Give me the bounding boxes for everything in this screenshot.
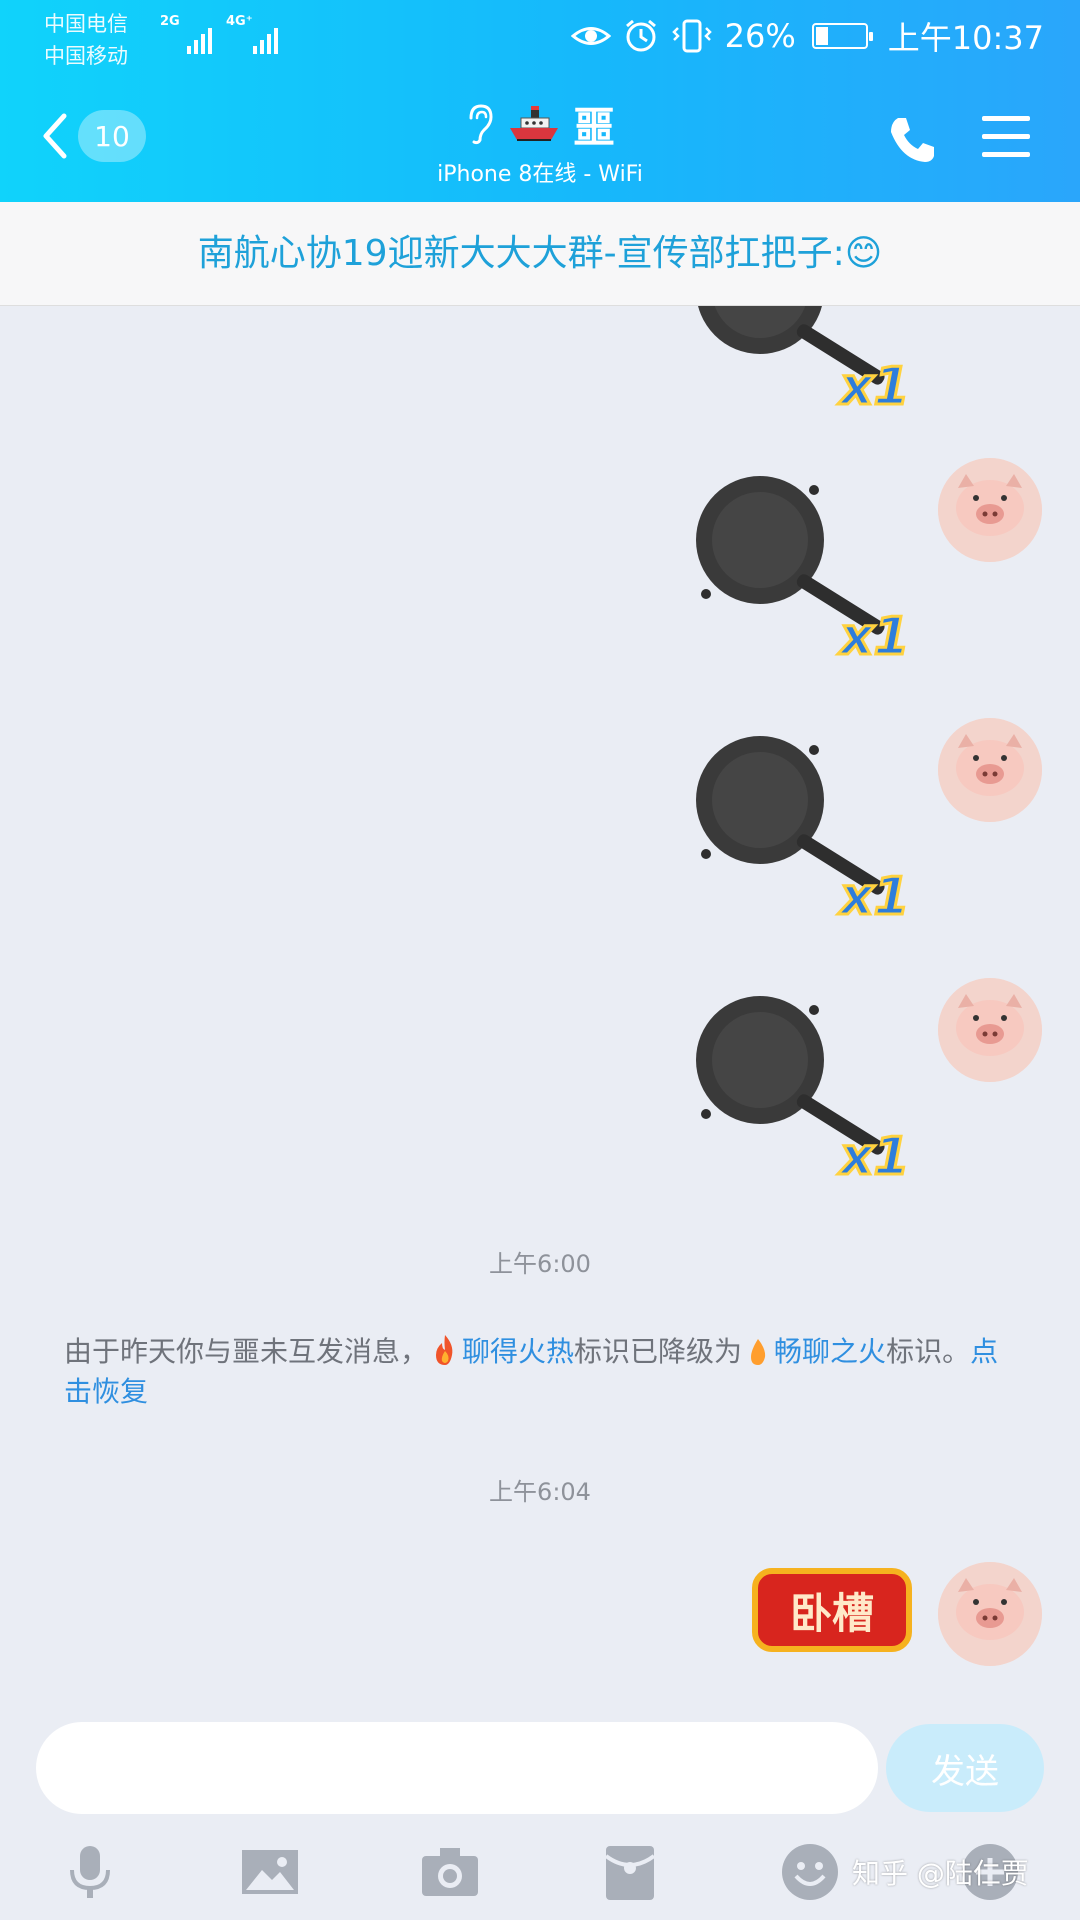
battery-fill [815, 27, 828, 45]
sticker-count: x1 [837, 357, 910, 416]
sticker-count: x1 [837, 867, 910, 926]
chat-subtitle: iPhone 8在线 - WiFi [437, 162, 643, 187]
battery-icon [811, 23, 873, 49]
carrier-info: 中国电信 中国移动 [44, 8, 128, 72]
frying-pan-sticker[interactable]: x1 [690, 736, 920, 926]
clock: 上午10:37 [887, 19, 1044, 57]
vibrate-icon [671, 19, 712, 53]
system-message: 由于昨天你与噩未互发消息， 聊得火热标识已降级为 畅聊之火标识。点击恢复 [64, 1335, 999, 1408]
sticker-text: 卧槽 [752, 1568, 912, 1652]
carrier-2: 中国移动 [44, 44, 128, 68]
group-notice-banner[interactable]: 南航心协19迎新大大大群-宣传部扛把子:😊 [0, 202, 1080, 306]
avatar[interactable] [938, 1562, 1042, 1666]
back-button[interactable]: 10 [40, 108, 160, 164]
send-button[interactable]: 发送 [886, 1724, 1044, 1812]
badge-hot-chat: 聊得火热 [462, 1335, 575, 1368]
watermark: 知乎 @陆仁贾 [852, 1857, 1029, 1890]
timestamp: 上午6:04 [489, 1478, 591, 1506]
signal-bars-icon [253, 28, 278, 54]
avatar[interactable] [938, 978, 1042, 1082]
pig-avatar-icon [938, 458, 1042, 562]
text-sticker-message[interactable]: 卧槽 [742, 1560, 922, 1660]
timestamp: 上午6:00 [489, 1250, 591, 1278]
alarm-icon [625, 19, 656, 52]
avatar[interactable] [938, 718, 1042, 822]
avatar[interactable] [938, 458, 1042, 562]
signal-bars-icon [187, 28, 212, 54]
sticker-count: x1 [837, 607, 910, 666]
frying-pan-sticker[interactable]: x1 [690, 476, 920, 666]
badge-chat-fire: 畅聊之火 [774, 1335, 887, 1368]
chat-title: 噩 [572, 102, 615, 152]
chat-area[interactable]: x1 x1 x1 x1 上午6:00 由于昨天你与噩未互发消息， 聊得火热标识已… [0, 306, 1080, 1720]
menu-icon [982, 116, 1030, 121]
pig-avatar-icon [938, 978, 1042, 1082]
network-type-1: 2G [160, 14, 180, 29]
notice-text: 南航心协19迎新大大大群-宣传部扛把子: [197, 233, 845, 274]
image-icon [242, 1850, 298, 1894]
signal-2: 4G⁺ [226, 14, 278, 54]
voice-button[interactable] [60, 1842, 120, 1902]
network-type-2: 4G⁺ [226, 14, 253, 29]
header: 中国电信 中国移动 2G 4G⁺ 26% 上午10:37 10 噩 iPhone… [0, 0, 1080, 202]
emoji-button[interactable] [780, 1842, 840, 1902]
red-packet-button[interactable] [600, 1842, 660, 1902]
phone-call-button[interactable] [884, 112, 940, 168]
eye-icon [570, 27, 611, 45]
ship-icon [509, 106, 558, 141]
signal-indicators: 2G 4G⁺ [160, 14, 278, 54]
message-input[interactable] [36, 1722, 878, 1814]
small-flame-icon [751, 1339, 766, 1365]
signal-1: 2G [160, 14, 212, 54]
battery-percent: 26% [724, 17, 796, 55]
microphone-icon [70, 1846, 110, 1898]
red-packet-icon [604, 1846, 656, 1900]
flame-icon [436, 1335, 453, 1365]
input-row: 发送 [0, 1720, 1080, 1820]
frying-pan-sticker[interactable]: x1 [690, 306, 920, 416]
chat-title-area[interactable]: 噩 iPhone 8在线 - WiFi [290, 98, 790, 188]
notice-emoji: 😊 [844, 233, 883, 274]
image-button[interactable] [240, 1842, 300, 1902]
ear-icon [469, 104, 493, 145]
carrier-1: 中国电信 [44, 12, 128, 36]
unread-badge: 10 [78, 110, 146, 162]
pig-avatar-icon [938, 1562, 1042, 1666]
sticker-count: x1 [837, 1127, 910, 1186]
pig-avatar-icon [938, 718, 1042, 822]
menu-button[interactable] [982, 116, 1030, 158]
camera-icon [422, 1848, 478, 1896]
camera-button[interactable] [420, 1842, 480, 1902]
chevron-left-icon [43, 113, 67, 159]
phone-icon [891, 118, 934, 162]
emoji-icon [782, 1844, 838, 1900]
status-right: 26% 上午10:37 [570, 14, 1044, 58]
frying-pan-sticker[interactable]: x1 [690, 996, 920, 1186]
